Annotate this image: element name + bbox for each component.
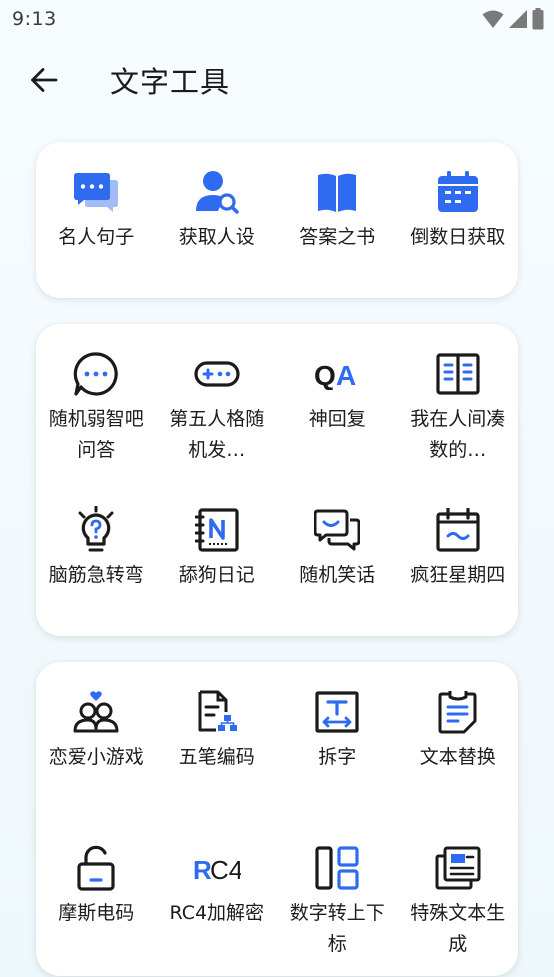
book-icon [313, 168, 361, 216]
tool-label: 五笔编码 [178, 746, 255, 768]
tool-brain-teasers[interactable]: 脑筋急转弯 [36, 480, 157, 636]
tool-label: 神回复 [308, 408, 366, 430]
status-bar: 9:13 [0, 0, 554, 38]
tool-label: 恋爱小游戏 [48, 746, 144, 768]
tool-label: 答案之书 [299, 226, 376, 248]
tool-label: 第五人格随机发… [169, 408, 265, 461]
tool-label: RC4加解密 [169, 902, 265, 924]
svg-text:A: A [336, 360, 356, 390]
app-bar: 文字工具 [0, 38, 554, 122]
tool-simp-diary[interactable]: 舔狗日记 [157, 480, 278, 636]
tool-morse-code[interactable]: 摩斯电码 [36, 818, 157, 974]
svg-text:Q: Q [314, 360, 336, 390]
tool-label: 获取人设 [178, 226, 255, 248]
unlock-icon [72, 844, 120, 892]
user-search-icon [193, 168, 241, 216]
tool-label: 名人句子 [58, 226, 135, 248]
tool-label: 文本替换 [419, 746, 496, 768]
tool-rc4-crypto[interactable]: R C4 RC4加解密 [157, 818, 278, 974]
status-time: 9:13 [12, 8, 57, 30]
back-button[interactable] [14, 50, 74, 110]
tool-split-characters[interactable]: 拆字 [277, 662, 398, 818]
calendar-icon [434, 168, 482, 216]
status-icons [482, 8, 544, 30]
chat-dots-icon [72, 350, 120, 398]
tool-label: 脑筋急转弯 [48, 564, 144, 586]
tool-label: 随机弱智吧问答 [48, 408, 144, 461]
wifi-icon [482, 9, 504, 29]
tool-crazy-thursday[interactable]: 疯狂星期四 [398, 480, 519, 636]
layout-icon [313, 844, 361, 892]
tool-wubi-code[interactable]: 五笔编码 [157, 662, 278, 818]
clipboard-text-icon [434, 688, 482, 736]
tool-label: 拆字 [318, 746, 357, 768]
notebook-n-icon [193, 506, 241, 554]
tool-label: 舔狗日记 [178, 564, 255, 586]
chat-bubbles-icon [72, 168, 120, 216]
tool-label: 摩斯电码 [58, 902, 135, 924]
copy-text-icon [434, 844, 482, 892]
couple-heart-icon [72, 688, 120, 736]
tool-label: 我在人间凑数的… [410, 408, 506, 461]
tool-label: 疯狂星期四 [410, 564, 506, 586]
qa-icon: Q A [313, 350, 361, 398]
tool-text-replace[interactable]: 文本替换 [398, 662, 519, 818]
document-code-icon [193, 688, 241, 736]
tool-get-persona[interactable]: 获取人设 [157, 142, 278, 298]
tool-card-1: 名人句子 获取人设 答案之书 倒数日获取 [36, 142, 518, 298]
tool-special-text[interactable]: 特殊文本生成 [398, 818, 519, 974]
tool-celebrity-quotes[interactable]: 名人句子 [36, 142, 157, 298]
arrow-left-icon [30, 66, 58, 94]
smile-chat-icon [313, 506, 361, 554]
open-book-icon [434, 350, 482, 398]
calendar-wave-icon [434, 506, 482, 554]
tool-book-of-answers[interactable]: 答案之书 [277, 142, 398, 298]
page-title: 文字工具 [110, 65, 231, 99]
tool-countdown-days[interactable]: 倒数日获取 [398, 142, 519, 298]
tool-card-3: 恋爱小游戏 五笔编码 拆字 文本替换 摩斯电码 R C4 RC4加解密 数字转上… [36, 662, 518, 976]
signal-icon [508, 9, 528, 29]
tool-love-game[interactable]: 恋爱小游戏 [36, 662, 157, 818]
tool-label: 数字转上下标 [289, 902, 385, 955]
rc4-icon: R C4 [193, 844, 241, 892]
tool-renjian-coushu[interactable]: 我在人间凑数的… [398, 324, 519, 480]
battery-icon [532, 8, 544, 30]
svg-text:C4: C4 [210, 855, 241, 884]
lightbulb-question-icon [72, 506, 120, 554]
tool-super-subscript[interactable]: 数字转上下标 [277, 818, 398, 974]
text-split-icon [313, 688, 361, 736]
tool-label: 随机笑话 [299, 564, 376, 586]
tool-random-jokes[interactable]: 随机笑话 [277, 480, 398, 636]
gamepad-icon [193, 350, 241, 398]
tool-label: 倒数日获取 [410, 226, 506, 248]
tool-identity-v-random[interactable]: 第五人格随机发… [157, 324, 278, 480]
tool-god-replies[interactable]: Q A 神回复 [277, 324, 398, 480]
tool-card-2: 随机弱智吧问答 第五人格随机发… Q A 神回复 我在人间凑数的… 脑筋急转弯 … [36, 324, 518, 636]
tool-label: 特殊文本生成 [410, 902, 506, 955]
tool-ruozhiba-qa[interactable]: 随机弱智吧问答 [36, 324, 157, 480]
